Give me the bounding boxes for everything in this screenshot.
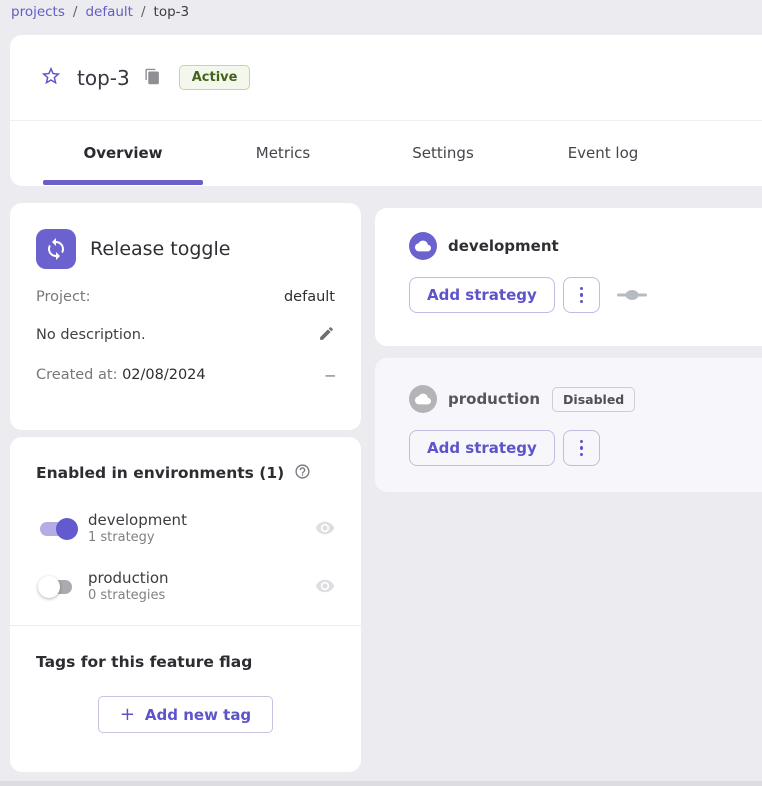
disabled-badge: Disabled bbox=[552, 387, 635, 412]
flag-type-label: Release toggle bbox=[90, 238, 230, 260]
environment-menu-button-production[interactable] bbox=[563, 430, 600, 466]
development-environment-panel: development Add strategy bbox=[375, 208, 762, 346]
flag-type-row: Release toggle bbox=[36, 229, 335, 269]
breadcrumb-link-default[interactable]: default bbox=[85, 4, 133, 20]
panel-actions: Add strategy bbox=[409, 430, 761, 466]
tags-section-title: Tags for this feature flag bbox=[36, 653, 335, 671]
breadcrumb-current: top-3 bbox=[154, 4, 190, 20]
switch-thumb bbox=[38, 576, 60, 598]
feature-tabs: Overview Metrics Settings Event log bbox=[10, 121, 762, 185]
development-toggle-switch[interactable] bbox=[36, 517, 80, 541]
environment-strategy-count: 0 strategies bbox=[88, 588, 315, 605]
copy-name-button[interactable] bbox=[144, 68, 161, 88]
project-value: default bbox=[284, 289, 335, 305]
feature-header-card: top-3 Active Overview Metrics Settings E… bbox=[10, 35, 762, 186]
tab-settings[interactable]: Settings bbox=[363, 121, 523, 185]
panel-actions: Add strategy bbox=[409, 277, 761, 313]
environments-card: Enabled in environments (1) development … bbox=[10, 437, 361, 772]
description-text: No description. bbox=[36, 327, 146, 343]
feature-title-row: top-3 Active bbox=[10, 35, 762, 121]
pencil-icon bbox=[318, 325, 335, 345]
panel-header: production Disabled bbox=[409, 385, 761, 413]
environment-name: development bbox=[88, 511, 315, 531]
page-title: top-3 bbox=[77, 66, 130, 90]
environment-name: production bbox=[88, 569, 315, 589]
project-row: Project: default bbox=[36, 289, 335, 305]
eye-icon bbox=[315, 518, 335, 541]
kebab-dot bbox=[580, 453, 584, 457]
cloud-icon bbox=[409, 385, 437, 413]
kebab-dot bbox=[580, 300, 584, 304]
environment-row-development: development 1 strategy bbox=[36, 505, 335, 553]
production-environment-panel: production Disabled Add strategy bbox=[375, 358, 762, 492]
breadcrumb-separator: / bbox=[141, 4, 146, 20]
visibility-button-development[interactable] bbox=[315, 518, 335, 541]
copy-icon bbox=[144, 68, 161, 88]
add-strategy-button-production[interactable]: Add strategy bbox=[409, 430, 555, 466]
tab-overview[interactable]: Overview bbox=[43, 121, 203, 185]
environment-strategy-count: 1 strategy bbox=[88, 530, 315, 547]
help-button[interactable] bbox=[294, 463, 311, 483]
breadcrumb-link-projects[interactable]: projects bbox=[11, 4, 65, 20]
tab-event-log[interactable]: Event log bbox=[523, 121, 683, 185]
kebab-dot bbox=[580, 440, 584, 444]
page-bottom-edge bbox=[0, 781, 762, 786]
kebab-dot bbox=[580, 446, 584, 450]
switch-thumb bbox=[56, 518, 78, 540]
project-label: Project: bbox=[36, 289, 91, 305]
breadcrumb-separator: / bbox=[73, 4, 78, 20]
environments-title: Enabled in environments (1) bbox=[36, 464, 284, 482]
status-badge: Active bbox=[179, 65, 251, 90]
environment-labels: development 1 strategy bbox=[88, 511, 315, 547]
eye-icon bbox=[315, 576, 335, 599]
environment-menu-button-development[interactable] bbox=[563, 277, 600, 313]
cloud-icon bbox=[409, 232, 437, 260]
created-at: Created at: 02/08/2024 bbox=[36, 367, 206, 383]
strategy-placeholder-icon bbox=[617, 289, 647, 301]
favorite-star-button[interactable] bbox=[40, 65, 62, 90]
description-row: No description. bbox=[36, 325, 335, 345]
release-toggle-icon bbox=[36, 229, 76, 269]
environment-labels: production 0 strategies bbox=[88, 569, 315, 605]
plus-icon: + bbox=[120, 704, 135, 725]
add-strategy-button-development[interactable]: Add strategy bbox=[409, 277, 555, 313]
collapse-details-button[interactable]: – bbox=[326, 365, 335, 385]
environment-panel-name: development bbox=[448, 237, 559, 255]
edit-description-button[interactable] bbox=[318, 325, 335, 345]
environment-panel-name: production bbox=[448, 390, 540, 408]
breadcrumb: projects / default / top-3 bbox=[11, 4, 189, 20]
created-label: Created at: bbox=[36, 367, 117, 383]
star-icon bbox=[40, 65, 62, 90]
kebab-dot bbox=[580, 287, 584, 291]
kebab-dot bbox=[580, 293, 584, 297]
environment-row-production: production 0 strategies bbox=[36, 563, 335, 611]
created-value: 02/08/2024 bbox=[122, 367, 206, 383]
production-toggle-switch[interactable] bbox=[36, 575, 80, 599]
add-new-tag-button[interactable]: + Add new tag bbox=[98, 696, 273, 733]
question-circle-icon bbox=[294, 463, 311, 483]
panel-header: development bbox=[409, 232, 761, 260]
tab-metrics[interactable]: Metrics bbox=[203, 121, 363, 185]
add-new-tag-label: Add new tag bbox=[145, 706, 251, 724]
visibility-button-production[interactable] bbox=[315, 576, 335, 599]
created-row: Created at: 02/08/2024 – bbox=[36, 365, 335, 385]
environments-title-row: Enabled in environments (1) bbox=[36, 463, 335, 483]
flag-details-card: Release toggle Project: default No descr… bbox=[10, 203, 361, 430]
card-divider bbox=[10, 625, 361, 626]
